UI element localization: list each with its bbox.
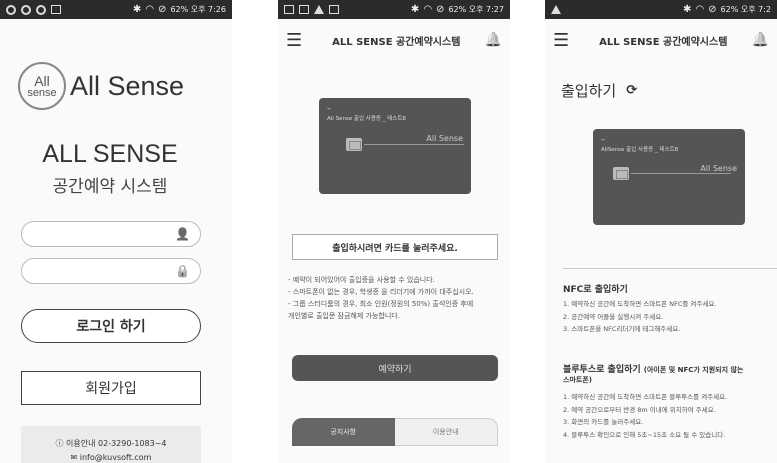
contact-phone: 이용안내 02-3290-1083~4 <box>66 439 167 448</box>
step-line: 1. 예약하신 공간에 도착하면 스마트폰 NFC를 켜주세요. <box>563 300 717 308</box>
menu-icon[interactable]: ☰ <box>286 30 308 51</box>
mail-icon: ✉ <box>70 453 80 462</box>
bluetooth-icon: ✱ <box>410 4 420 15</box>
tap-card-notice: 출입하시려면 카드를 눌러주세요. <box>292 234 498 260</box>
id-input[interactable] <box>32 223 182 245</box>
status-time: 62% 오후 7:2 <box>720 5 771 14</box>
id-field[interactable]: 👤 <box>21 221 201 247</box>
password-field[interactable]: 🔒 <box>21 258 201 284</box>
step-line: 3. 화면의 카드를 눌러주세요. <box>563 418 644 427</box>
nfc-section-title: NFC로 출입하기 <box>563 285 628 295</box>
nfc-steps: 1. 예약하신 공간에 도착하면 스마트폰 NFC를 켜주세요. 2. 공간예약… <box>563 298 777 336</box>
lock-icon: 🔒 <box>175 264 190 278</box>
no-disturb-icon: ⊘ <box>436 4 445 15</box>
status-bar: ✱ ◠ ⊘ 62% 오후 7:2 <box>545 0 777 19</box>
login-screen: ✱ ◠ ⊘ 62% 오후 7:26 All sense All Sense AL… <box>0 0 232 463</box>
chip-icon <box>346 138 362 151</box>
app-bar-title: ALL SENSE 공간예약시스템 <box>599 36 728 48</box>
card-brand: All Sense <box>700 164 737 173</box>
menu-icon[interactable]: ☰ <box>553 30 575 51</box>
card-brand: All Sense <box>426 134 463 143</box>
bottom-tabs: 공지사항 이용안내 <box>292 418 498 446</box>
access-card[interactable]: – AllSense 출입 사용증 _ 테스트8 All Sense <box>593 129 745 225</box>
reserve-button[interactable]: 예약하기 <box>292 355 498 381</box>
chip-icon <box>613 167 629 180</box>
wifi-icon: ◠ <box>145 4 155 15</box>
note-line: - 그룹 스터디룸의 경우, 최소 인원(정원의 50%) 출석인증 후에 <box>288 299 474 308</box>
step-line: 2. 공간예약 어플을 실행시켜 주세요. <box>563 312 664 321</box>
notification-icon <box>51 5 61 14</box>
card-label: All Sense 출입 사용증 _ 테스트8 <box>327 116 406 122</box>
info-icon: ⓘ <box>55 439 67 448</box>
warning-icon <box>314 5 324 14</box>
app-bar-title: ALL SENSE 공간예약시스템 <box>332 36 461 48</box>
logo-mark: All sense <box>18 62 66 110</box>
card-divider <box>364 144 464 145</box>
status-time: 62% 오후 7:27 <box>448 5 504 14</box>
tab-notice[interactable]: 공지사항 <box>292 418 395 446</box>
step-line: 2. 예약 공간으로부터 반경 8m 이내에 위치하여 주세요. <box>563 405 716 414</box>
card-divider <box>631 173 731 174</box>
tab-guide[interactable]: 이용안내 <box>394 418 498 446</box>
app-bar: ☰ ALL SENSE 공간예약시스템 🔔 <box>278 19 510 61</box>
notification-icon <box>329 5 339 14</box>
step-line: 4. 블루투스 확인으로 인해 5초~15초 소요 될 수 있습니다. <box>563 431 726 440</box>
card-label: AllSense 출입 사용증 _ 테스트8 <box>601 147 679 153</box>
status-time: 62% 오후 7:26 <box>170 5 226 14</box>
no-disturb-icon: ⊘ <box>708 4 717 15</box>
note-line: - 예약이 되어있어야 출입증을 사용할 수 있습니다. <box>288 276 435 284</box>
page-heading: 출입하기 ⟳ <box>561 80 637 101</box>
bluetooth-icon: ✱ <box>683 4 692 15</box>
step-line: 1. 예약하신 공간에 도착하면 스마트폰 블루투스를 켜주세요. <box>563 393 728 401</box>
app-logo: All sense All Sense <box>18 62 184 110</box>
step-line: 3. 스마트폰을 NFC리더기에 태그해주세요. <box>563 325 681 334</box>
notification-icon <box>6 4 16 15</box>
access-card[interactable]: – All Sense 출입 사용증 _ 테스트8 All Sense <box>319 98 471 194</box>
contact-email: info@kuvsoft.com <box>79 453 152 462</box>
password-input[interactable] <box>32 260 182 282</box>
page-title: 출입하기 <box>561 82 617 100</box>
logo-text: All Sense <box>70 70 185 101</box>
status-bar: ✱ ◠ ⊘ 62% 오후 7:26 <box>0 0 232 19</box>
status-bar: ✱ ◠ ⊘ 62% 오후 7:27 <box>278 0 510 19</box>
app-title: ALL SENSE <box>42 140 178 168</box>
notification-icon <box>36 4 46 15</box>
bell-icon[interactable]: 🔔 <box>752 32 769 48</box>
bluetooth-steps: 1. 예약하신 공간에 도착하면 스마트폰 블루투스를 켜주세요. 2. 예약 … <box>563 391 777 442</box>
note-line: - 스마트폰이 없는 경우, 학생증 을 리더기에 가까이 대주십시오. <box>288 287 474 296</box>
entry-screen: ✱ ◠ ⊘ 62% 오후 7:2 ☰ ALL SENSE 공간예약시스템 🔔 출… <box>545 0 777 463</box>
warning-icon <box>551 5 561 14</box>
login-button[interactable]: 로그인 하기 <box>21 309 201 343</box>
wifi-icon: ◠ <box>695 4 705 15</box>
signup-button[interactable]: 회원가입 <box>21 371 201 405</box>
no-disturb-icon: ⊘ <box>158 4 167 15</box>
refresh-icon[interactable]: ⟳ <box>626 83 637 98</box>
notification-icon <box>284 5 294 14</box>
bluetooth-section-title: 블루투스로 출입하기 (아이폰 및 NFC가 지원되지 않는 스마트폰) <box>563 365 744 384</box>
wifi-icon: ◠ <box>423 4 433 15</box>
notification-icon <box>299 5 309 14</box>
app-subtitle: 공간예약 시스템 <box>52 177 168 197</box>
bluetooth-icon: ✱ <box>132 4 142 15</box>
app-bar: ☰ ALL SENSE 공간예약시스템 🔔 <box>545 19 777 61</box>
contact-info: ⓘ 이용안내 02-3290-1083~4 ✉ info@kuvsoft.com <box>21 426 201 463</box>
note-line: 개인별로 출입문 잠금해제 가능합니다. <box>288 311 400 320</box>
person-icon: 👤 <box>175 227 190 241</box>
notification-icon <box>21 4 31 15</box>
usage-notes: - 예약이 되어있어야 출입증을 사용할 수 있습니다. - 스마트폰이 없는 … <box>288 275 503 323</box>
bell-icon[interactable]: 🔔 <box>485 32 502 48</box>
card-screen: ✱ ◠ ⊘ 62% 오후 7:27 ☰ ALL SENSE 공간예약시스템 🔔 … <box>278 0 510 463</box>
section-divider <box>563 268 777 269</box>
